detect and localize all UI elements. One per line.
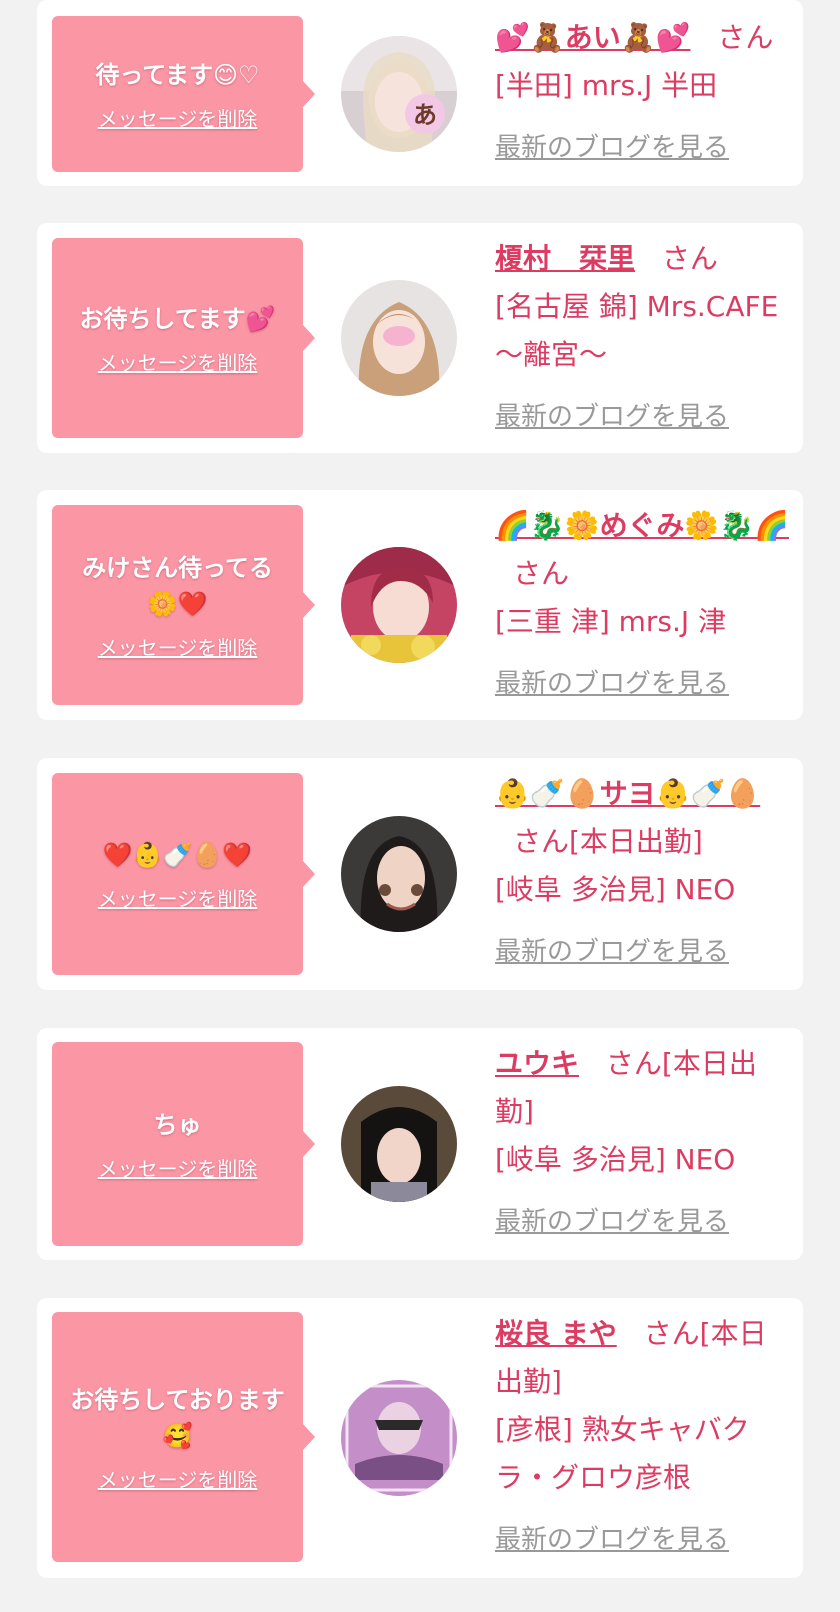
message-bubble: 待ってます😊♡ メッセージを削除 [52, 16, 315, 172]
message-card: お待ちしてます💕 メッセージを削除 榎村 栞里 さん [名古屋 錦] Mrs.C… [37, 223, 803, 453]
shop-name: [岐阜 多治見] NEO [495, 873, 736, 906]
girl-info: 🌈🐉🌼めぐみ🌼🐉🌈 さん [三重 津] mrs.J 津 最新のブログを見る [495, 502, 791, 708]
message-card: ちゅ メッセージを削除 ユウキ さん[本日出勤] [岐阜 多治見] NEO 最新… [37, 1028, 803, 1260]
latest-blog-link[interactable]: 最新のブログを見る [495, 393, 729, 441]
message-text: みけさん待ってる🌼❤️ [82, 553, 273, 618]
delete-message-link[interactable]: メッセージを削除 [98, 632, 258, 661]
delete-message-link[interactable]: メッセージを削除 [98, 347, 258, 376]
avatar[interactable] [341, 1086, 457, 1202]
message-bubble: みけさん待ってる🌼❤️ メッセージを削除 [52, 505, 315, 705]
message-card: ❤️👶🍼🥚❤️ メッセージを削除 👶🍼🥚サヨ👶🍼🥚 さん[本日出勤] [岐阜 多… [37, 758, 803, 990]
avatar[interactable] [341, 1380, 457, 1496]
shop-name: [名古屋 錦] Mrs.CAFE ～離宮～ [495, 290, 779, 371]
message-bubble: ❤️👶🍼🥚❤️ メッセージを削除 [52, 773, 315, 975]
shop-name: [岐阜 多治見] NEO [495, 1143, 736, 1176]
message-text: お待ちしております🥰 [70, 1385, 285, 1450]
message-text: ちゅ [153, 1110, 202, 1139]
delete-message-link[interactable]: メッセージを削除 [98, 1464, 258, 1493]
girl-info: 💕🧸あい🧸💕 さん [半田] mrs.J 半田 最新のブログを見る [495, 14, 791, 172]
girl-name-suffix: さん [513, 557, 570, 590]
shop-name: [彦根] 熟女キャバクラ・グロウ彦根 [495, 1413, 750, 1494]
latest-blog-link[interactable]: 最新のブログを見る [495, 928, 729, 976]
avatar[interactable]: あ [341, 36, 457, 152]
message-text: 待ってます😊♡ [95, 60, 260, 89]
girl-name-link[interactable]: 桜良 まや [495, 1317, 617, 1350]
girl-name-link[interactable]: 🌈🐉🌼めぐみ🌼🐉🌈 [495, 509, 789, 542]
message-bubble: お待ちしております🥰 メッセージを削除 [52, 1312, 315, 1562]
girl-name-suffix: さん [717, 21, 774, 54]
message-card: みけさん待ってる🌼❤️ メッセージを削除 🌈🐉🌼めぐみ🌼🐉🌈 さん [三重 津]… [37, 490, 803, 720]
message-card: お待ちしております🥰 メッセージを削除 桜良 まや さん[本日出勤] [彦根] … [37, 1298, 803, 1578]
delete-message-link[interactable]: メッセージを削除 [98, 1153, 258, 1182]
shop-name: [三重 津] mrs.J 津 [495, 605, 727, 638]
message-list: 待ってます😊♡ メッセージを削除 あ 💕🧸あい🧸💕 さん [半田] mrs.J … [0, 0, 840, 1612]
latest-blog-link[interactable]: 最新のブログを見る [495, 124, 729, 172]
avatar[interactable] [341, 280, 457, 396]
girl-info: 桜良 まや さん[本日出勤] [彦根] 熟女キャバクラ・グロウ彦根 最新のブログ… [495, 1310, 791, 1564]
delete-message-link[interactable]: メッセージを削除 [98, 883, 258, 912]
girl-name-link[interactable]: 榎村 栞里 [495, 242, 635, 275]
girl-name-link[interactable]: ユウキ [495, 1047, 579, 1080]
message-text: ❤️👶🍼🥚❤️ [102, 840, 253, 869]
girl-name-suffix: さん[本日出勤] [513, 825, 703, 858]
girl-info: ユウキ さん[本日出勤] [岐阜 多治見] NEO 最新のブログを見る [495, 1040, 791, 1246]
shop-name: [半田] mrs.J 半田 [495, 69, 718, 102]
message-text: お待ちしてます💕 [79, 304, 276, 333]
girl-info: 榎村 栞里 さん [名古屋 錦] Mrs.CAFE ～離宮～ 最新のブログを見る [495, 235, 791, 441]
girl-info: 👶🍼🥚サヨ👶🍼🥚 さん[本日出勤] [岐阜 多治見] NEO 最新のブログを見る [495, 770, 791, 976]
girl-name-link[interactable]: 👶🍼🥚サヨ👶🍼🥚 [495, 777, 760, 810]
message-bubble: ちゅ メッセージを削除 [52, 1042, 315, 1246]
latest-blog-link[interactable]: 最新のブログを見る [495, 660, 729, 708]
message-bubble: お待ちしてます💕 メッセージを削除 [52, 238, 315, 438]
girl-name-link[interactable]: 💕🧸あい🧸💕 [495, 21, 690, 54]
svg-text:あ: あ [413, 101, 437, 129]
girl-name-suffix: さん [661, 242, 718, 275]
avatar[interactable] [341, 816, 457, 932]
avatar[interactable] [341, 547, 457, 663]
latest-blog-link[interactable]: 最新のブログを見る [495, 1198, 729, 1246]
latest-blog-link[interactable]: 最新のブログを見る [495, 1516, 729, 1564]
delete-message-link[interactable]: メッセージを削除 [98, 103, 258, 132]
message-card: 待ってます😊♡ メッセージを削除 あ 💕🧸あい🧸💕 さん [半田] mrs.J … [37, 0, 803, 186]
